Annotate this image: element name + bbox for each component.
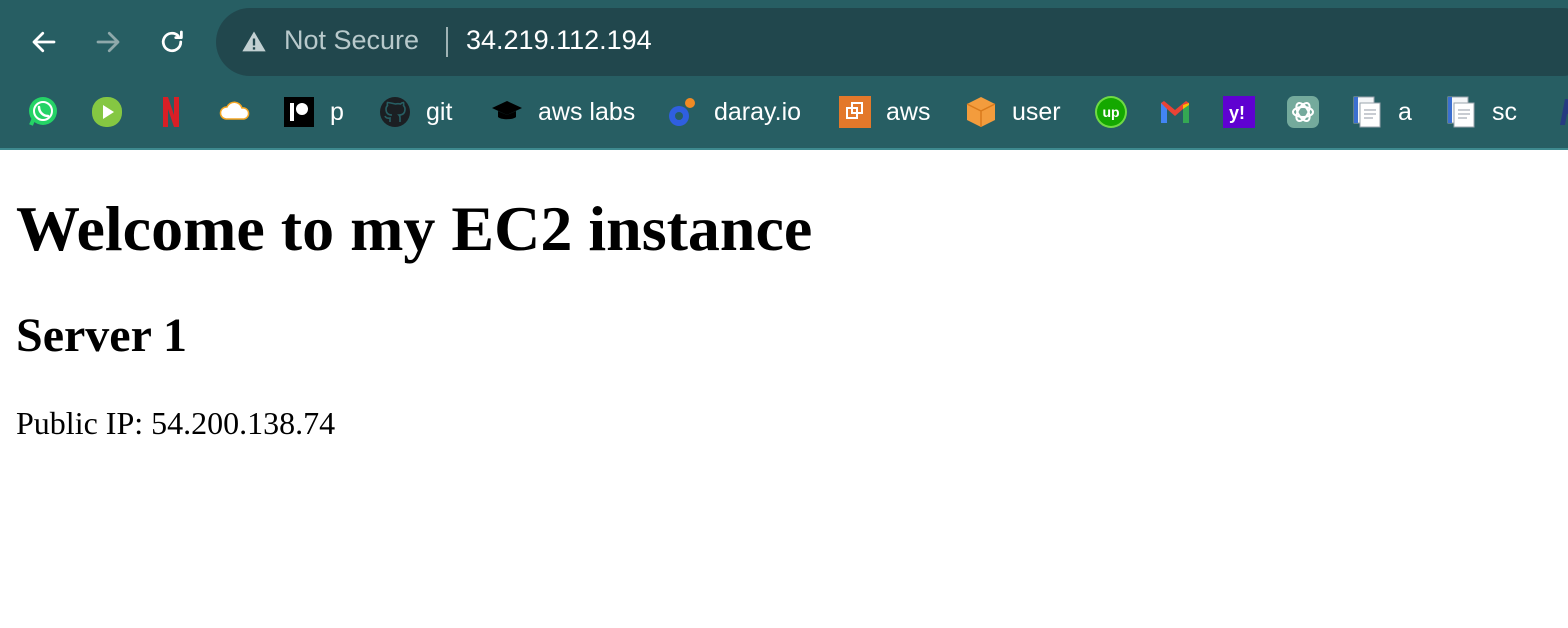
server-heading: Server 1 (16, 309, 188, 362)
graduation-cap-icon (492, 101, 522, 120)
security-label[interactable]: Not Secure (284, 25, 419, 56)
bookmark-aws-labs[interactable]: aws labs (490, 92, 635, 132)
paypal-icon (1560, 99, 1568, 125)
bookmark-label: git (426, 97, 453, 126)
back-button[interactable] (24, 22, 64, 62)
browser-toolbar: Not Secure 34.219.112.194 (0, 0, 1568, 84)
document-icon (1353, 96, 1381, 128)
bookmark-whatsapp[interactable] (26, 92, 60, 132)
bookmark-cloud[interactable] (218, 92, 252, 132)
upwork-icon: up (1095, 96, 1127, 128)
bookmark-patreon[interactable]: p (282, 92, 344, 132)
address-bar[interactable]: Not Secure 34.219.112.194 (216, 8, 1568, 76)
bookmark-label: aws (886, 97, 931, 126)
svg-text:up: up (1102, 104, 1119, 120)
forward-button[interactable] (88, 22, 128, 62)
patreon-icon (284, 97, 314, 127)
browser-chrome: Not Secure 34.219.112.194 p git aws labs (0, 0, 1568, 150)
whatsapp-icon (29, 97, 57, 126)
document-icon (1447, 96, 1475, 128)
svg-text:y!: y! (1229, 103, 1245, 123)
cloud-icon (219, 101, 250, 120)
bookmark-label: a (1398, 97, 1412, 126)
bookmark-yahoo[interactable]: y! (1222, 92, 1256, 132)
bookmark-label: aws labs (538, 97, 636, 126)
box-icon (966, 97, 996, 127)
warning-icon[interactable] (240, 28, 268, 56)
bookmark-label: p (330, 97, 344, 126)
page-heading: Welcome to my EC2 instance (16, 193, 813, 264)
bookmark-label: sc (1492, 97, 1517, 126)
aws-icon (839, 96, 871, 128)
bookmark-rumble[interactable] (90, 92, 124, 132)
bookmark-user[interactable]: user (964, 92, 1061, 132)
bookmark-daray[interactable]: daray.io (666, 92, 801, 132)
bookmark-netflix[interactable] (154, 92, 188, 132)
bookmark-a[interactable]: a (1350, 92, 1412, 132)
url-text[interactable]: 34.219.112.194 (466, 25, 652, 56)
reload-icon (161, 30, 183, 53)
bookmark-github[interactable]: git (378, 92, 452, 132)
bookmark-openai[interactable] (1286, 92, 1320, 132)
netflix-icon (163, 97, 179, 127)
bookmark-overflow[interactable] (1556, 92, 1568, 132)
forward-arrow-icon (96, 31, 120, 53)
bookmark-label: user (1012, 97, 1061, 126)
openai-icon (1287, 96, 1319, 128)
page-content: Welcome to my EC2 instance Server 1 Publ… (16, 150, 1556, 628)
bookmark-sc[interactable]: sc (1444, 92, 1517, 132)
rumble-icon (92, 97, 122, 127)
bookmark-gmail[interactable] (1158, 92, 1192, 132)
gmail-icon (1161, 101, 1189, 123)
bookmark-label: daray.io (714, 97, 802, 126)
public-ip-text: Public IP: 54.200.138.74 (16, 405, 336, 441)
reload-button[interactable] (152, 22, 192, 62)
bookmark-upwork[interactable]: up (1094, 92, 1128, 132)
omnibox-divider (446, 27, 448, 57)
github-icon (380, 97, 410, 127)
bookmark-aws[interactable]: aws (838, 92, 930, 132)
bookmarks-bar: p git aws labs daray.io aws user up y! a… (0, 84, 1568, 140)
daray-icon (669, 98, 695, 126)
back-arrow-icon (32, 31, 56, 53)
yahoo-icon: y! (1223, 96, 1255, 128)
